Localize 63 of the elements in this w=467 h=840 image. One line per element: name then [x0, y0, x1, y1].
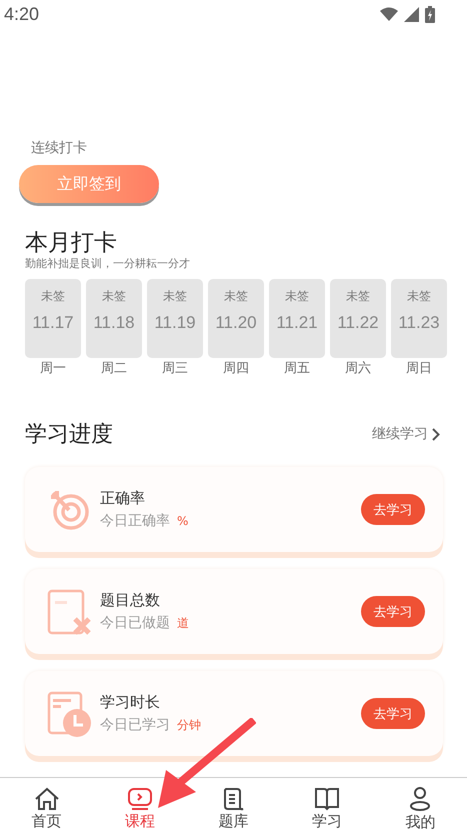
unit-label: 道	[177, 615, 189, 632]
continue-link[interactable]: 继续学习	[372, 425, 440, 443]
weekday-label: 周日	[406, 360, 432, 377]
card-caption: 今日正确率	[100, 512, 170, 530]
play-screen-icon	[126, 787, 154, 811]
book-icon	[314, 787, 340, 811]
day-date: 11.17	[32, 313, 74, 333]
day-date: 11.18	[93, 313, 135, 333]
weekday-label: 周四	[223, 360, 249, 377]
day-card[interactable]: 未签 11.23	[391, 279, 447, 358]
day-status: 未签	[102, 288, 126, 305]
day-status: 未签	[407, 288, 431, 305]
day-card[interactable]: 未签 11.18	[86, 279, 142, 358]
card-title: 题目总数	[100, 591, 161, 610]
day-date: 11.23	[398, 313, 440, 333]
streak-label: 连续打卡	[31, 139, 88, 157]
tab-item[interactable]: 首页	[16, 787, 77, 831]
document-clock-icon	[46, 690, 92, 736]
card-caption: 今日已学习	[100, 716, 170, 734]
check-in-button[interactable]: 立即签到	[19, 165, 159, 203]
tab-item[interactable]: 题库	[203, 787, 264, 831]
tab-item[interactable]: 我的	[390, 786, 450, 832]
day-status: 未签	[41, 288, 65, 305]
day-status: 未签	[163, 288, 187, 305]
tab-item[interactable]: 学习	[296, 787, 357, 831]
day-date: 11.20	[215, 313, 257, 333]
weekday-label: 周六	[345, 360, 371, 377]
go-study-button[interactable]: 去学习	[361, 698, 425, 729]
day-date: 11.21	[276, 313, 318, 333]
day-card[interactable]: 未签 11.17	[25, 279, 81, 358]
chevron-icon	[432, 428, 440, 440]
go-study-button[interactable]: 去学习	[361, 494, 425, 525]
motto-text: 勤能补拙是良训，一分耕耘一分才	[25, 257, 191, 271]
document-cross-icon	[46, 588, 92, 634]
day-status: 未签	[346, 288, 370, 305]
day-card[interactable]: 未签 11.19	[147, 279, 203, 358]
wifi-icon	[380, 7, 398, 21]
go-study-button[interactable]: 去学习	[361, 596, 425, 627]
document-icon	[221, 787, 246, 811]
signal-icon	[404, 6, 419, 22]
weekday-label: 周五	[284, 360, 310, 377]
day-date: 11.19	[154, 313, 196, 333]
status-time: 4:20	[4, 4, 40, 24]
user-icon	[408, 786, 432, 812]
day-date: 11.22	[337, 313, 379, 333]
unit-label: 分钟	[177, 717, 201, 734]
day-card[interactable]: 未签 11.20	[208, 279, 264, 358]
unit-label: %	[177, 514, 188, 528]
tab-item[interactable]: 课程	[110, 787, 170, 831]
weekday-label: 周二	[101, 360, 127, 377]
card-title: 正确率	[100, 489, 146, 508]
day-card[interactable]: 未签 11.21	[269, 279, 325, 358]
home-icon	[34, 787, 60, 811]
battery-icon	[425, 6, 435, 22]
day-status: 未签	[224, 288, 248, 305]
card-caption: 今日已做题	[100, 614, 170, 632]
section-title: 学习进度	[25, 421, 113, 449]
month-title: 本月打卡	[25, 229, 118, 257]
day-status: 未签	[285, 288, 309, 305]
weekday-label: 周一	[40, 360, 66, 377]
weekday-label: 周三	[162, 360, 188, 377]
day-card[interactable]: 未签 11.22	[330, 279, 386, 358]
card-title: 学习时长	[100, 693, 161, 712]
